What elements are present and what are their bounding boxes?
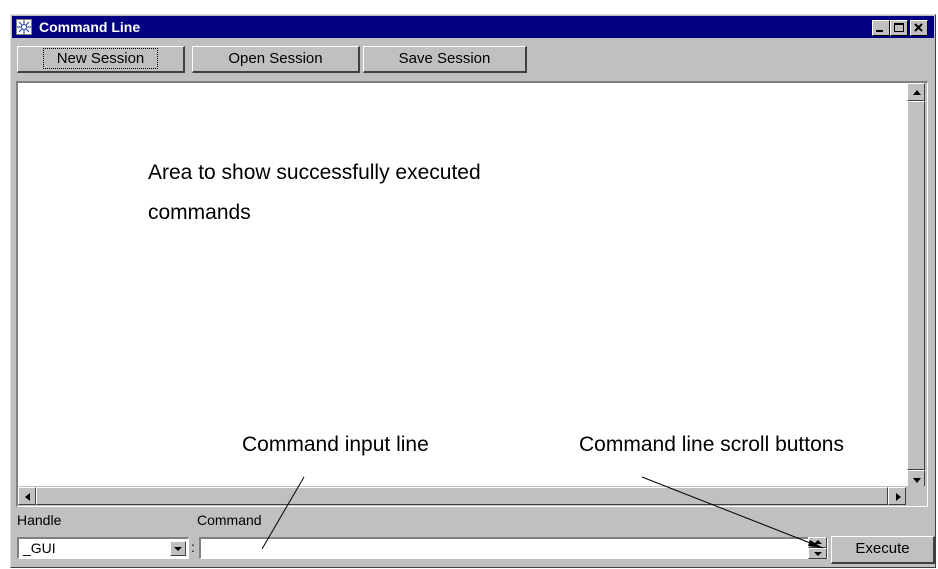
- arrow-up-icon: [814, 540, 822, 544]
- handle-label: Handle: [17, 512, 62, 528]
- minimize-icon: [876, 30, 883, 32]
- handle-dropdown[interactable]: _GUI: [17, 537, 189, 559]
- command-input-annotation: Command input line: [242, 433, 429, 456]
- command-line-window: Command Line New Session Open Session Sa…: [10, 14, 936, 568]
- scroll-up-button[interactable]: [907, 83, 925, 101]
- open-session-button[interactable]: Open Session: [192, 46, 360, 73]
- command-scroll-up-button[interactable]: [808, 537, 827, 548]
- minimize-button[interactable]: [872, 20, 890, 36]
- scroll-buttons-annotation: Command line scroll buttons: [579, 433, 844, 456]
- command-line-scroll-buttons[interactable]: [808, 537, 827, 559]
- new-session-button[interactable]: New Session: [17, 46, 185, 73]
- vertical-scroll-thumb[interactable]: [907, 101, 925, 470]
- command-label: Command: [197, 512, 262, 528]
- execute-button[interactable]: Execute: [831, 536, 935, 564]
- arrow-left-icon: [25, 493, 30, 501]
- window-title: Command Line: [39, 19, 141, 35]
- app-icon: [16, 19, 32, 35]
- output-area[interactable]: Area to show successfully executed comma…: [16, 81, 928, 507]
- arrow-down-icon: [814, 552, 822, 556]
- output-annotation-line2: commands: [148, 201, 251, 224]
- horizontal-scrollbar[interactable]: [18, 486, 908, 506]
- scroll-left-button[interactable]: [18, 487, 36, 505]
- arrow-down-icon: [913, 478, 921, 483]
- handle-dropdown-arrow[interactable]: [170, 541, 186, 556]
- new-session-label: New Session: [42, 48, 159, 69]
- title-bar[interactable]: Command Line: [12, 16, 934, 38]
- maximize-button[interactable]: [890, 20, 908, 36]
- save-session-button[interactable]: Save Session: [363, 46, 527, 73]
- handle-value: _GUI: [23, 540, 56, 556]
- arrow-up-icon: [913, 90, 921, 95]
- chevron-down-icon: [174, 547, 182, 551]
- vertical-scrollbar[interactable]: [907, 83, 927, 488]
- arrow-right-icon: [896, 493, 901, 501]
- scroll-right-button[interactable]: [888, 487, 906, 505]
- command-scroll-down-button[interactable]: [808, 548, 827, 559]
- scroll-corner: [907, 486, 927, 506]
- close-icon: [914, 23, 923, 32]
- close-button[interactable]: [910, 20, 928, 36]
- output-annotation-line1: Area to show successfully executed: [148, 161, 481, 184]
- command-input-field[interactable]: [199, 537, 828, 559]
- command-input[interactable]: [201, 539, 827, 558]
- horizontal-scroll-thumb[interactable]: [36, 487, 888, 505]
- handle-separator: :: [191, 539, 195, 555]
- maximize-icon: [894, 23, 904, 32]
